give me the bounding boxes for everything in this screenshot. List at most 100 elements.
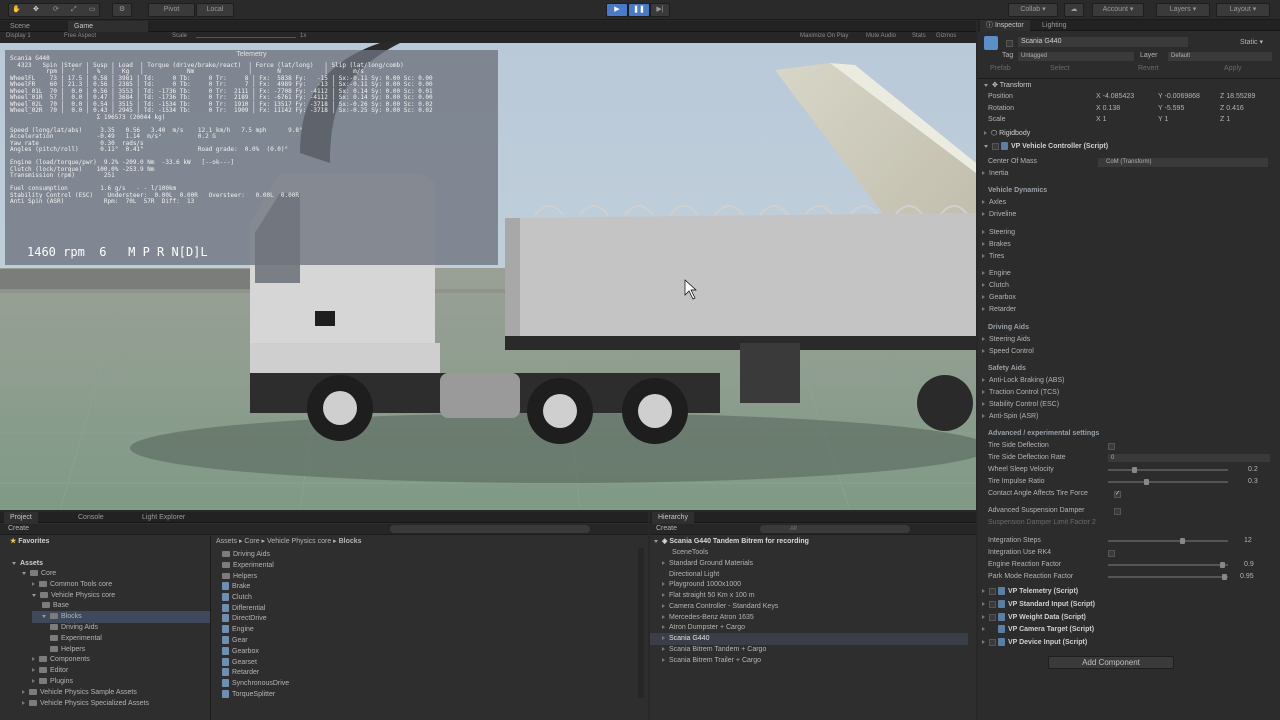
prefab-select-button[interactable]: Select xyxy=(1050,65,1069,72)
center-of-mass-field[interactable]: CoM (Transform) xyxy=(1098,158,1268,167)
add-component-button[interactable]: Add Component xyxy=(1048,656,1174,669)
steering-foldout[interactable]: Steering xyxy=(982,227,1015,239)
scale-y-field[interactable]: Y 1 xyxy=(1158,114,1168,126)
rotate-tool-icon[interactable]: ⟳ xyxy=(53,4,59,16)
play-button[interactable]: ▶ xyxy=(606,3,628,17)
pause-button[interactable]: ❚❚ xyxy=(628,3,650,17)
breadcrumb-item[interactable]: Assets xyxy=(216,538,237,545)
tcs-foldout[interactable]: Traction Control (TCS) xyxy=(982,387,1059,399)
gizmos-dropdown[interactable]: Gizmos xyxy=(936,33,956,39)
breadcrumb-item[interactable]: Core xyxy=(244,538,259,545)
slider-handle[interactable] xyxy=(1144,479,1149,485)
hand-tool-icon[interactable]: ✋ xyxy=(12,4,21,16)
tree-item[interactable]: Vehicle Physics Specialized Assets xyxy=(22,698,149,710)
tires-foldout[interactable]: Tires xyxy=(982,251,1004,263)
component-header[interactable]: VP Weight Data (Script) xyxy=(982,612,1086,624)
tab-hierarchy[interactable]: Hierarchy xyxy=(652,512,694,523)
local-toggle[interactable]: Local xyxy=(196,3,234,17)
account-dropdown[interactable]: Account ▾ xyxy=(1092,3,1144,17)
display-dropdown[interactable]: Display 1 xyxy=(6,33,31,39)
vp-vehicle-controller-header[interactable]: VP Vehicle Controller (Script) xyxy=(984,141,1108,153)
favorites-item[interactable]: ★ Favorites xyxy=(10,536,49,548)
caa-checkbox[interactable]: ✓ xyxy=(1114,491,1121,498)
component-header[interactable]: VP Standard Input (Script) xyxy=(982,599,1095,611)
slider-handle[interactable] xyxy=(1132,467,1137,473)
abs-foldout[interactable]: Anti-Lock Braking (ABS) xyxy=(982,375,1064,387)
tsdr-field[interactable]: 0 xyxy=(1108,454,1270,462)
erf-slider[interactable] xyxy=(1108,562,1228,568)
tag-dropdown[interactable]: Untagged xyxy=(1018,52,1134,61)
stats-toggle[interactable]: Stats xyxy=(912,33,926,39)
layers-dropdown[interactable]: Layers ▾ xyxy=(1156,3,1210,17)
tsd-checkbox[interactable] xyxy=(1108,443,1115,450)
active-checkbox[interactable] xyxy=(1006,40,1013,47)
wsv-slider[interactable] xyxy=(1108,467,1228,473)
inertia-foldout[interactable]: Inertia xyxy=(982,168,1008,180)
slider-handle[interactable] xyxy=(1222,574,1227,580)
clutch-foldout[interactable]: Clutch xyxy=(982,280,1009,292)
settings-tool-icon[interactable]: ⚙ xyxy=(112,3,132,17)
rect-tool-icon[interactable]: ▭ xyxy=(89,4,96,16)
brakes-foldout[interactable]: Brakes xyxy=(982,239,1011,251)
component-enabled-checkbox[interactable] xyxy=(989,613,996,621)
file-item[interactable]: TorqueSplitter xyxy=(222,689,275,699)
position-x-field[interactable]: X -4.085423 xyxy=(1096,91,1134,103)
prefab-apply-button[interactable]: Apply xyxy=(1224,65,1242,72)
project-search-input[interactable] xyxy=(390,525,590,533)
steering-aids-foldout[interactable]: Steering Aids xyxy=(982,334,1030,346)
driveline-foldout[interactable]: Driveline xyxy=(982,209,1016,221)
scale-x-field[interactable]: X 1 xyxy=(1096,114,1107,126)
hierarchy-search-input[interactable]: All xyxy=(760,525,910,533)
esc-foldout[interactable]: Stability Control (ESC) xyxy=(982,399,1059,411)
file-list-scrollbar[interactable] xyxy=(638,548,644,698)
slider-handle[interactable] xyxy=(1180,538,1185,544)
engine-foldout[interactable]: Engine xyxy=(982,268,1011,280)
slider-handle[interactable] xyxy=(1220,562,1225,568)
game-viewport[interactable]: Telemetry Scania G440 4323 Spin |Steer |… xyxy=(0,43,976,510)
position-y-field[interactable]: Y -0.0069868 xyxy=(1158,91,1200,103)
mute-toggle[interactable]: Mute Audio xyxy=(866,33,896,39)
layer-dropdown[interactable]: Default xyxy=(1168,52,1272,61)
integration-steps-value[interactable]: 12 xyxy=(1244,535,1252,547)
hierarchy-item[interactable]: Scania Bitrem Trailer + Cargo xyxy=(662,655,761,667)
tab-light-explorer[interactable]: Light Explorer xyxy=(136,512,191,523)
hierarchy-create-dropdown[interactable]: Create xyxy=(656,524,677,534)
speed-control-foldout[interactable]: Speed Control xyxy=(982,346,1034,358)
collab-dropdown[interactable]: Collab ▾ xyxy=(1008,3,1058,17)
static-toggle[interactable]: Static ▾ xyxy=(1240,38,1263,46)
prefab-revert-button[interactable]: Revert xyxy=(1138,65,1159,72)
gearbox-foldout[interactable]: Gearbox xyxy=(982,292,1016,304)
breadcrumb-item[interactable]: Vehicle Physics core xyxy=(267,538,331,545)
aspect-dropdown[interactable]: Free Aspect xyxy=(64,33,96,39)
scale-slider[interactable] xyxy=(196,37,296,38)
asd-checkbox[interactable] xyxy=(1114,508,1121,515)
tab-console[interactable]: Console xyxy=(72,512,110,523)
axles-foldout[interactable]: Axles xyxy=(982,197,1006,209)
pmrf-value[interactable]: 0.95 xyxy=(1240,571,1254,583)
layout-dropdown[interactable]: Layout ▾ xyxy=(1216,3,1270,17)
scale-tool-icon[interactable]: ⤢ xyxy=(71,4,77,16)
integration-steps-slider[interactable] xyxy=(1108,538,1228,544)
object-name-field[interactable]: Scania G440 xyxy=(1018,37,1188,47)
pmrf-slider[interactable] xyxy=(1108,574,1228,580)
tab-project[interactable]: Project xyxy=(4,512,38,523)
component-header[interactable]: VP Device Input (Script) xyxy=(982,637,1087,649)
step-button[interactable]: ▶| xyxy=(650,3,670,17)
tir-value[interactable]: 0.3 xyxy=(1248,476,1258,488)
tab-lighting[interactable]: Lighting xyxy=(1036,20,1073,31)
component-enabled-checkbox[interactable] xyxy=(989,638,996,646)
component-enabled-checkbox[interactable] xyxy=(989,587,996,595)
rigidbody-header[interactable]: ⬡ Rigidbody xyxy=(984,128,1030,140)
component-header[interactable]: VP Telemetry (Script) xyxy=(982,586,1078,598)
erf-value[interactable]: 0.9 xyxy=(1244,559,1254,571)
component-enabled-checkbox[interactable] xyxy=(992,142,999,150)
position-z-field[interactable]: Z 18.55289 xyxy=(1220,91,1255,103)
move-tool-icon[interactable]: ✥ xyxy=(33,4,39,16)
tir-slider[interactable] xyxy=(1108,479,1228,485)
pivot-toggle[interactable]: Pivot xyxy=(148,3,195,17)
rk4-checkbox[interactable] xyxy=(1108,550,1115,557)
scale-z-field[interactable]: Z 1 xyxy=(1220,114,1230,126)
cloud-icon[interactable]: ☁ xyxy=(1064,3,1084,17)
asr-foldout[interactable]: Anti-Spin (ASR) xyxy=(982,411,1038,423)
retarder-foldout[interactable]: Retarder xyxy=(982,304,1016,316)
